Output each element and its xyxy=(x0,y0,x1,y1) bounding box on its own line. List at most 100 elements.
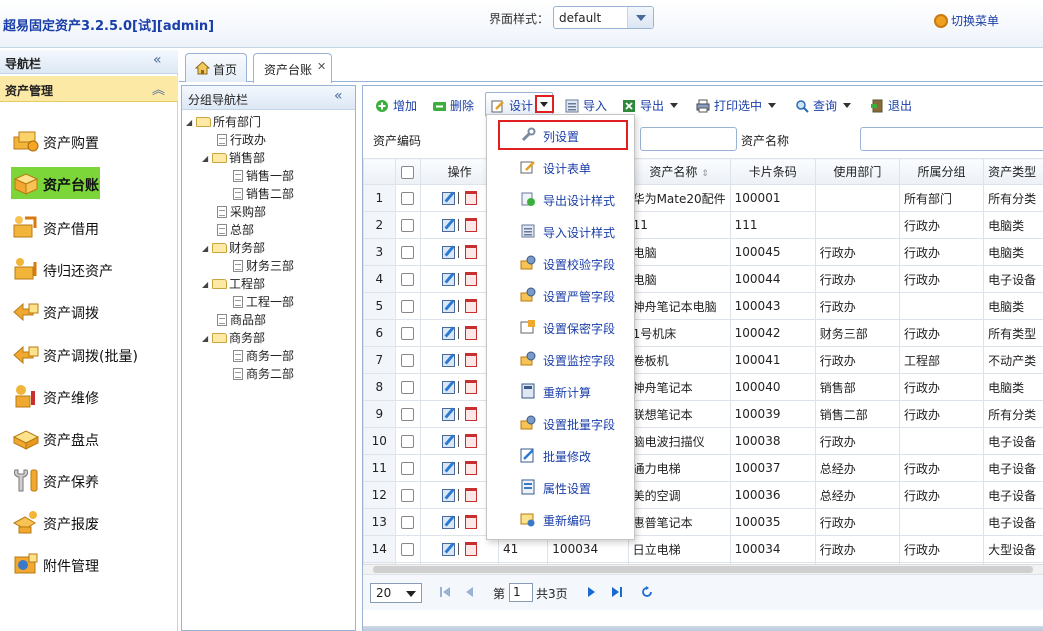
menu-item[interactable]: 设置严管字段 xyxy=(487,279,634,311)
tree-node-finance-3[interactable]: 财务三部 xyxy=(233,257,294,275)
row-select[interactable] xyxy=(394,481,422,509)
add-button[interactable]: 增加 xyxy=(375,97,417,114)
nav-item-asset-scrap[interactable]: 资产报废 xyxy=(11,505,171,539)
delete-icon[interactable] xyxy=(465,488,478,503)
row-checkbox[interactable] xyxy=(401,543,415,556)
row-select[interactable] xyxy=(394,265,422,293)
menu-item[interactable]: 设置批量字段 xyxy=(487,407,634,439)
tree-node-purchasing[interactable]: 采购部 xyxy=(217,203,266,221)
table-row[interactable]: 4 电脑 100044 行政办 行政办 电子设备 xyxy=(363,265,1043,293)
row-checkbox[interactable] xyxy=(401,489,415,502)
expand-toggle-icon[interactable]: ◢ xyxy=(202,244,212,253)
table-row[interactable]: 1 华为Mate20配件 100001 所有部门 所有分类 xyxy=(363,184,1043,212)
nav-item-asset-repair[interactable]: 资产维修 xyxy=(11,379,171,413)
delete-icon[interactable] xyxy=(465,272,478,287)
tree-node-engineering-1[interactable]: 工程一部 xyxy=(233,293,294,311)
header-asset-name[interactable]: 资产名称 ⇕ xyxy=(627,158,731,185)
edit-icon[interactable] xyxy=(442,488,456,502)
nav-item-asset-ledger[interactable]: 资产台账 xyxy=(11,166,171,200)
horizontal-scrollbar[interactable] xyxy=(363,564,1043,574)
table-row[interactable]: 5 神舟笔记本电脑 100043 行政办 电脑类 xyxy=(363,292,1043,320)
first-page-icon[interactable] xyxy=(439,586,451,598)
row-checkbox[interactable] xyxy=(401,300,415,313)
tree-node-business[interactable]: ◢ 商务部 xyxy=(202,329,265,347)
nav-item-asset-maintenance[interactable]: 资产保养 xyxy=(11,463,171,497)
menu-item[interactable]: 设计表单 xyxy=(487,151,634,183)
tree-node-sales-2[interactable]: 销售二部 xyxy=(233,185,294,203)
table-row[interactable]: 7 卷板机 100041 行政办 工程部 不动产类 xyxy=(363,346,1043,374)
tree-node-finance[interactable]: ◢ 财务部 xyxy=(202,239,265,257)
edit-icon[interactable] xyxy=(442,272,456,286)
row-select[interactable] xyxy=(394,400,422,428)
edit-icon[interactable] xyxy=(442,218,456,232)
edit-icon[interactable] xyxy=(442,326,456,340)
delete-icon[interactable] xyxy=(465,542,478,557)
close-icon[interactable]: ✕ xyxy=(317,60,326,73)
delete-icon[interactable] xyxy=(465,353,478,368)
last-page-icon[interactable] xyxy=(611,586,623,598)
row-checkbox[interactable] xyxy=(401,192,415,205)
asset-name-input[interactable] xyxy=(860,127,1043,151)
tree-node-goods[interactable]: 商品部 xyxy=(217,311,266,329)
design-button-label[interactable]: 设计 xyxy=(491,97,533,114)
row-select[interactable] xyxy=(394,211,422,239)
row-checkbox[interactable] xyxy=(401,219,415,232)
table-row[interactable]: 12 美的空调 100036 总经办 行政办 电子设备 xyxy=(363,481,1043,509)
delete-icon[interactable] xyxy=(465,245,478,260)
table-row[interactable]: 3 电脑 100045 行政办 行政办 电脑类 xyxy=(363,238,1043,266)
tree-node-hq[interactable]: 总部 xyxy=(217,221,254,239)
tree-node-business-2[interactable]: 商务二部 xyxy=(233,365,294,383)
row-select[interactable] xyxy=(394,427,422,455)
tree-node-all-departments[interactable]: ◢ 所有部门 xyxy=(186,113,261,131)
row-select[interactable] xyxy=(394,184,422,212)
nav-item-asset-transfer-batch[interactable]: 资产调拨(批量) xyxy=(11,337,171,371)
edit-icon[interactable] xyxy=(442,380,456,394)
tab-asset-ledger[interactable]: 资产台账 ✕ xyxy=(253,53,332,83)
menu-item[interactable]: 批量修改 xyxy=(487,439,634,471)
nav-item-attachment-management[interactable]: 附件管理 xyxy=(11,547,171,581)
collapse-left-icon[interactable]: « xyxy=(334,88,343,104)
prev-page-icon[interactable] xyxy=(463,586,475,598)
table-row[interactable]: 13 惠普笔记本 100035 行政办 电子设备 xyxy=(363,508,1043,536)
nav-item-asset-transfer[interactable]: 资产调拨 xyxy=(11,294,171,328)
menu-item[interactable]: 设置监控字段 xyxy=(487,343,634,375)
delete-icon[interactable] xyxy=(465,326,478,341)
import-button[interactable]: 导入 xyxy=(565,97,607,114)
header-asset-type[interactable]: 资产类型 xyxy=(983,158,1043,185)
scrollbar-thumb[interactable] xyxy=(373,566,1033,573)
delete-icon[interactable] xyxy=(465,515,478,530)
print-selected-button[interactable]: 打印选中 xyxy=(696,97,777,114)
header-group[interactable]: 所属分组 xyxy=(898,158,985,185)
switch-menu-button[interactable]: 切换菜单 xyxy=(934,12,999,29)
table-row[interactable]: 6 1号机床 100042 财务三部 行政办 所有类型 xyxy=(363,319,1043,347)
edit-icon[interactable] xyxy=(442,407,456,421)
edit-icon[interactable] xyxy=(442,434,456,448)
expand-toggle-icon[interactable]: ◢ xyxy=(186,118,196,127)
delete-icon[interactable] xyxy=(465,218,478,233)
row-select[interactable] xyxy=(394,319,422,347)
header-using-dept[interactable]: 使用部门 xyxy=(814,158,900,185)
row-select[interactable] xyxy=(394,535,422,563)
delete-icon[interactable] xyxy=(465,434,478,449)
row-checkbox[interactable] xyxy=(401,408,415,421)
tab-home[interactable]: 首页 xyxy=(185,53,247,82)
row-select[interactable] xyxy=(394,508,422,536)
table-row[interactable]: 8 神舟笔记本 100040 销售部 行政办 电脑类 xyxy=(363,373,1043,401)
delete-icon[interactable] xyxy=(465,461,478,476)
row-select[interactable] xyxy=(394,454,422,482)
next-page-icon[interactable] xyxy=(586,586,598,598)
nav-item-asset-purchase[interactable]: 资产购置 xyxy=(11,124,171,158)
design-dropdown-arrow[interactable] xyxy=(535,95,554,113)
table-row[interactable]: 2 11 111 行政办 电脑类 xyxy=(363,211,1043,239)
select-all-checkbox[interactable] xyxy=(401,165,415,179)
edit-icon[interactable] xyxy=(442,461,456,475)
edit-icon[interactable] xyxy=(442,353,456,367)
tree-node-sales[interactable]: ◢ 销售部 xyxy=(202,149,265,167)
row-checkbox[interactable] xyxy=(401,246,415,259)
query-button[interactable]: 查询 xyxy=(795,97,852,114)
table-row[interactable]: 10 脑电波扫描仪 100038 行政办 电子设备 xyxy=(363,427,1043,455)
row-checkbox[interactable] xyxy=(401,273,415,286)
nav-item-asset-borrow[interactable]: 资产借用 xyxy=(11,210,171,244)
exit-button[interactable]: 退出 xyxy=(870,97,912,114)
header-select-all[interactable] xyxy=(394,158,422,185)
